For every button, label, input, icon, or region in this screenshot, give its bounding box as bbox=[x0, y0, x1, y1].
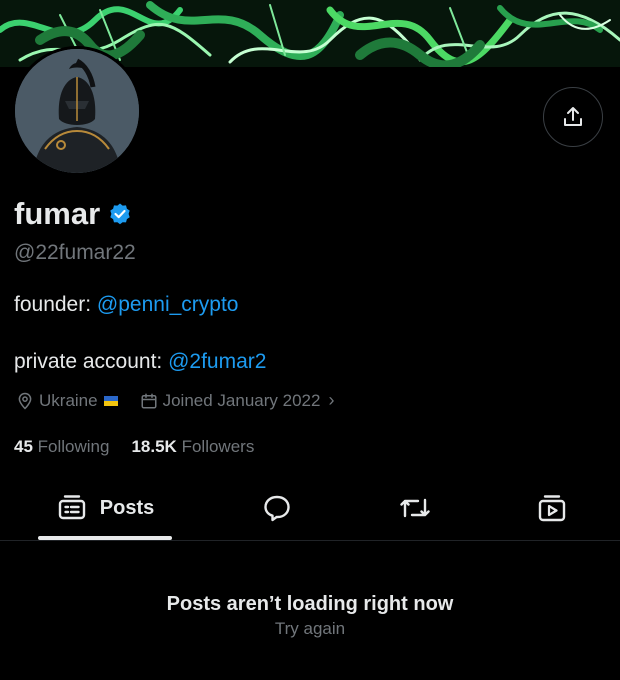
tab-posts-label: Posts bbox=[99, 496, 155, 519]
following-count: 45 bbox=[14, 437, 33, 456]
display-name: fumar bbox=[14, 196, 101, 231]
profile-tabs: Posts bbox=[0, 478, 620, 541]
profile-display-name-row: fumar bbox=[14, 196, 132, 232]
reply-bubble-icon bbox=[264, 495, 290, 522]
tab-replies[interactable] bbox=[252, 478, 302, 538]
tab-posts[interactable]: Posts bbox=[38, 478, 172, 540]
mention-link[interactable]: @penni_crypto bbox=[97, 293, 239, 316]
follow-stats: 45 Following 18.5K Followers bbox=[14, 437, 254, 457]
following-label: Following bbox=[37, 437, 110, 456]
ukraine-flag-icon bbox=[103, 395, 118, 406]
repost-icon bbox=[400, 498, 430, 518]
share-icon bbox=[564, 107, 582, 126]
avatar-image bbox=[15, 49, 139, 173]
profile-handle: @22fumar22 bbox=[14, 241, 136, 264]
followers-count: 18.5K bbox=[131, 437, 177, 456]
bio-line-founder: founder: @penni_crypto bbox=[14, 293, 238, 317]
verified-badge-icon[interactable] bbox=[108, 202, 132, 226]
location-pin-icon bbox=[16, 392, 34, 410]
followers-label: Followers bbox=[181, 437, 255, 456]
try-again-link[interactable]: Try again bbox=[0, 619, 620, 639]
calendar-icon bbox=[140, 392, 158, 410]
profile-joined-date[interactable]: Joined January 2022 bbox=[163, 391, 321, 411]
bio-line-private-account: private account: @2fumar2 bbox=[14, 350, 266, 374]
profile-meta-row: Ukraine Joined January 2022 › bbox=[16, 390, 334, 411]
active-tab-indicator bbox=[38, 536, 172, 540]
bio-text: founder: bbox=[14, 293, 97, 316]
share-button[interactable] bbox=[543, 87, 603, 147]
media-play-icon bbox=[538, 495, 566, 522]
following-link[interactable]: 45 Following bbox=[14, 437, 109, 457]
tab-media[interactable] bbox=[527, 478, 577, 538]
followers-link[interactable]: 18.5K Followers bbox=[131, 437, 254, 457]
bio-text: private account: bbox=[14, 350, 169, 373]
mention-link[interactable]: @2fumar2 bbox=[168, 350, 266, 373]
posts-icon bbox=[58, 495, 85, 520]
avatar[interactable] bbox=[12, 46, 142, 176]
tab-reposts[interactable] bbox=[390, 478, 440, 538]
empty-state-title: Posts aren’t loading right now bbox=[166, 593, 454, 615]
chevron-right-icon[interactable]: › bbox=[328, 390, 334, 411]
profile-location: Ukraine bbox=[39, 390, 98, 410]
